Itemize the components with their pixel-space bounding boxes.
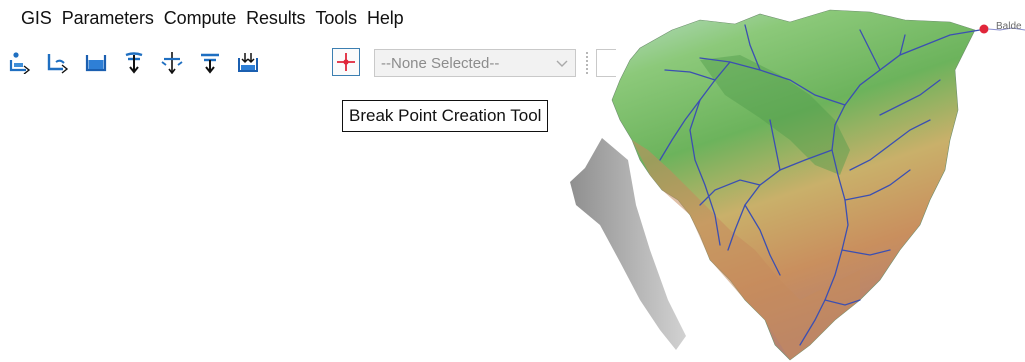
stream-network-icon — [47, 54, 69, 74]
junction-icon — [161, 52, 183, 74]
menu-compute[interactable]: Compute — [159, 8, 241, 29]
assign-stream-icon — [9, 52, 31, 74]
flow-accumulation-button[interactable] — [82, 48, 110, 76]
menu-tools[interactable]: Tools — [310, 8, 362, 29]
element-selector-dropdown[interactable]: --None Selected-- — [374, 49, 576, 77]
flow-accumulation-icon — [85, 55, 107, 72]
assign-stream-button[interactable] — [6, 48, 34, 76]
junction-button[interactable] — [158, 48, 186, 76]
outlet-label: Balde — [996, 21, 1022, 32]
drainage-point-button[interactable] — [234, 48, 262, 76]
outlet-button[interactable] — [196, 48, 224, 76]
break-point-button[interactable] — [332, 48, 360, 76]
flow-direction-button[interactable] — [120, 48, 148, 76]
outlet-icon — [201, 53, 219, 74]
menu-gis[interactable]: GIS — [16, 8, 57, 29]
outlet-point[interactable] — [979, 24, 989, 34]
watershed-map[interactable] — [560, 0, 1025, 362]
stream-network-button[interactable] — [44, 48, 72, 76]
break-point-tooltip: Break Point Creation Tool — [342, 100, 549, 132]
menu-results[interactable]: Results — [241, 8, 310, 29]
break-point-icon — [337, 53, 355, 71]
drainage-point-icon — [238, 53, 258, 72]
menu-parameters[interactable]: Parameters — [57, 8, 159, 29]
menu-bar: GIS Parameters Compute Results Tools Hel… — [0, 0, 620, 36]
menu-help[interactable]: Help — [362, 8, 409, 29]
toolbar: --None Selected-- — [0, 46, 620, 84]
flow-direction-icon — [125, 52, 143, 74]
element-selector-value: --None Selected-- — [381, 55, 500, 72]
